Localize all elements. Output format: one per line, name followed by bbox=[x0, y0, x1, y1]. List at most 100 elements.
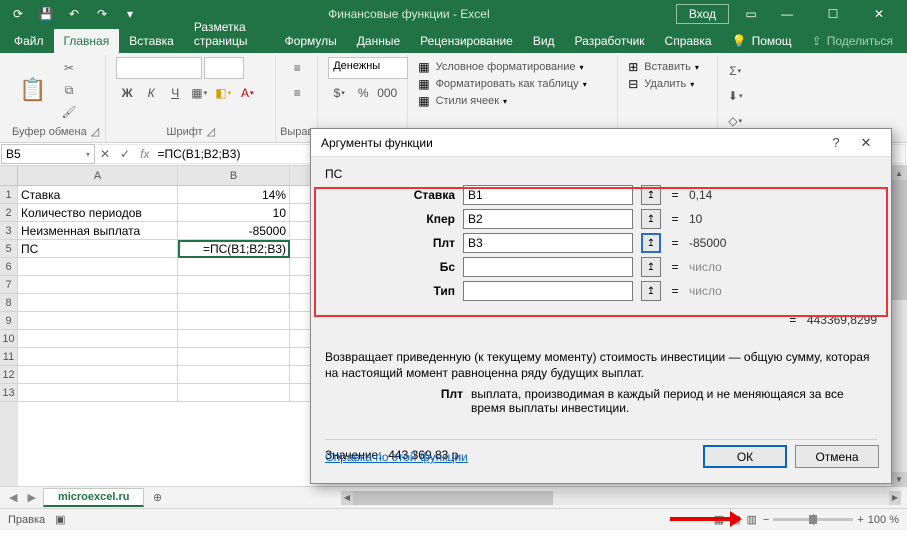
close-button[interactable]: ✕ bbox=[857, 0, 901, 28]
comma-icon[interactable]: 000 bbox=[376, 82, 398, 104]
undo-icon[interactable]: ↶ bbox=[62, 3, 86, 25]
delete-cells-button[interactable]: Удалить bbox=[644, 78, 686, 90]
range-selector-icon[interactable]: ↥ bbox=[641, 233, 661, 253]
cell[interactable] bbox=[18, 330, 178, 348]
col-header[interactable]: A bbox=[18, 166, 178, 186]
tab-developer[interactable]: Разработчик bbox=[565, 29, 655, 53]
scroll-left-icon[interactable]: ◀ bbox=[341, 491, 353, 505]
maximize-button[interactable]: ☐ bbox=[811, 0, 855, 28]
row-header[interactable]: 7 bbox=[0, 276, 18, 294]
dialog-launcher-icon[interactable]: ◿ bbox=[91, 125, 99, 138]
cell-styles-button[interactable]: Стили ячеек bbox=[436, 95, 499, 107]
fill-color-button[interactable]: ◧ bbox=[212, 82, 234, 104]
sheet-tab[interactable]: microexcel.ru bbox=[43, 488, 145, 507]
scroll-down-icon[interactable]: ▼ bbox=[891, 472, 907, 486]
number-format-combo[interactable]: Денежны bbox=[328, 57, 408, 79]
align-left-icon[interactable]: ≡ bbox=[286, 82, 308, 104]
cell[interactable] bbox=[178, 384, 290, 402]
scroll-right-icon[interactable]: ▶ bbox=[889, 491, 901, 505]
insert-cells-icon[interactable]: ⊞ bbox=[628, 60, 638, 74]
sheet-nav-next-icon[interactable]: ▶ bbox=[24, 491, 38, 504]
add-sheet-button[interactable]: ⊕ bbox=[148, 489, 166, 507]
range-selector-icon[interactable]: ↥ bbox=[641, 257, 661, 277]
tab-data[interactable]: Данные bbox=[347, 29, 410, 53]
cell[interactable] bbox=[18, 258, 178, 276]
row-header[interactable]: 3 bbox=[0, 222, 18, 240]
row-header[interactable]: 6 bbox=[0, 258, 18, 276]
tab-view[interactable]: Вид bbox=[523, 29, 565, 53]
col-header[interactable]: B bbox=[178, 166, 290, 186]
cond-format-button[interactable]: Условное форматирование bbox=[436, 61, 576, 73]
row-header[interactable]: 10 bbox=[0, 330, 18, 348]
tab-insert[interactable]: Вставка bbox=[119, 29, 184, 53]
align-top-icon[interactable]: ≡ bbox=[286, 57, 308, 79]
format-table-button[interactable]: Форматировать как таблицу bbox=[436, 78, 579, 90]
format-painter-icon[interactable]: 🖌 bbox=[58, 103, 80, 121]
zoom-level[interactable]: 100 % bbox=[868, 514, 899, 526]
cell[interactable] bbox=[178, 276, 290, 294]
cell[interactable]: =ПС(B1;B2;B3) bbox=[178, 240, 290, 258]
cell[interactable] bbox=[18, 366, 178, 384]
fill-icon[interactable]: ⬇ bbox=[724, 85, 746, 107]
tab-help[interactable]: Справка bbox=[655, 29, 722, 53]
row-header[interactable]: 11 bbox=[0, 348, 18, 366]
row-header[interactable]: 12 bbox=[0, 366, 18, 384]
autosave-icon[interactable]: ⟳ bbox=[6, 3, 30, 25]
sheet-nav-prev-icon[interactable]: ◀ bbox=[6, 491, 20, 504]
qat-customize-icon[interactable]: ▾ bbox=[118, 3, 142, 25]
bold-button[interactable]: Ж bbox=[116, 82, 138, 104]
cell[interactable]: Количество периодов bbox=[18, 204, 178, 222]
dialog-close-icon[interactable]: ✕ bbox=[851, 135, 881, 151]
percent-icon[interactable]: % bbox=[352, 82, 374, 104]
tab-review[interactable]: Рецензирование bbox=[410, 29, 523, 53]
cell[interactable] bbox=[18, 294, 178, 312]
format-table-icon[interactable]: ▦ bbox=[418, 77, 429, 91]
row-header[interactable]: 8 bbox=[0, 294, 18, 312]
minimize-button[interactable]: — bbox=[765, 0, 809, 28]
tell-me[interactable]: 💡Помощ bbox=[722, 29, 802, 53]
range-selector-icon[interactable]: ↥ bbox=[641, 281, 661, 301]
arg-input[interactable]: B3 bbox=[463, 233, 633, 253]
arg-input[interactable]: B2 bbox=[463, 209, 633, 229]
row-header[interactable]: 2 bbox=[0, 204, 18, 222]
save-icon[interactable]: 💾 bbox=[34, 3, 58, 25]
range-selector-icon[interactable]: ↥ bbox=[641, 209, 661, 229]
arg-input[interactable] bbox=[463, 257, 633, 277]
horizontal-scrollbar[interactable]: ◀ ▶ bbox=[341, 491, 901, 505]
arg-input[interactable]: B1 bbox=[463, 185, 633, 205]
cell[interactable] bbox=[178, 258, 290, 276]
copy-icon[interactable]: ⧉ bbox=[58, 81, 80, 99]
font-name-combo[interactable] bbox=[116, 57, 202, 79]
insert-cells-button[interactable]: Вставить bbox=[644, 61, 691, 73]
ribbon-options-icon[interactable]: ▭ bbox=[739, 3, 763, 25]
name-box[interactable]: B5 bbox=[1, 144, 95, 164]
dialog-launcher-icon[interactable]: ◿ bbox=[207, 125, 215, 138]
cell[interactable] bbox=[178, 312, 290, 330]
cell[interactable]: ПС bbox=[18, 240, 178, 258]
border-button[interactable]: ▦ bbox=[188, 82, 210, 104]
tab-file[interactable]: Файл bbox=[4, 29, 54, 53]
select-all-corner[interactable] bbox=[0, 166, 18, 186]
font-size-combo[interactable] bbox=[204, 57, 244, 79]
cond-format-icon[interactable]: ▦ bbox=[418, 60, 429, 74]
help-link[interactable]: Справка по этой функции bbox=[325, 450, 468, 464]
cut-icon[interactable]: ✂ bbox=[58, 59, 80, 77]
cell[interactable]: Неизменная выплата bbox=[18, 222, 178, 240]
arg-input[interactable] bbox=[463, 281, 633, 301]
range-selector-icon[interactable]: ↥ bbox=[641, 185, 661, 205]
underline-button[interactable]: Ч bbox=[164, 82, 186, 104]
cell[interactable]: Ставка bbox=[18, 186, 178, 204]
zoom-slider[interactable] bbox=[773, 518, 853, 521]
vertical-scrollbar[interactable]: ▲ ▼ bbox=[891, 166, 907, 486]
cell[interactable] bbox=[18, 348, 178, 366]
cell[interactable]: 14% bbox=[178, 186, 290, 204]
tab-home[interactable]: Главная bbox=[54, 29, 120, 53]
row-header[interactable]: 1 bbox=[0, 186, 18, 204]
zoom-in-icon[interactable]: + bbox=[857, 514, 863, 526]
redo-icon[interactable]: ↷ bbox=[90, 3, 114, 25]
row-header[interactable]: 5 bbox=[0, 240, 18, 258]
cell[interactable] bbox=[18, 384, 178, 402]
autosum-icon[interactable]: Σ bbox=[724, 60, 746, 82]
fx-icon[interactable]: fx bbox=[140, 147, 149, 161]
cell[interactable] bbox=[18, 312, 178, 330]
